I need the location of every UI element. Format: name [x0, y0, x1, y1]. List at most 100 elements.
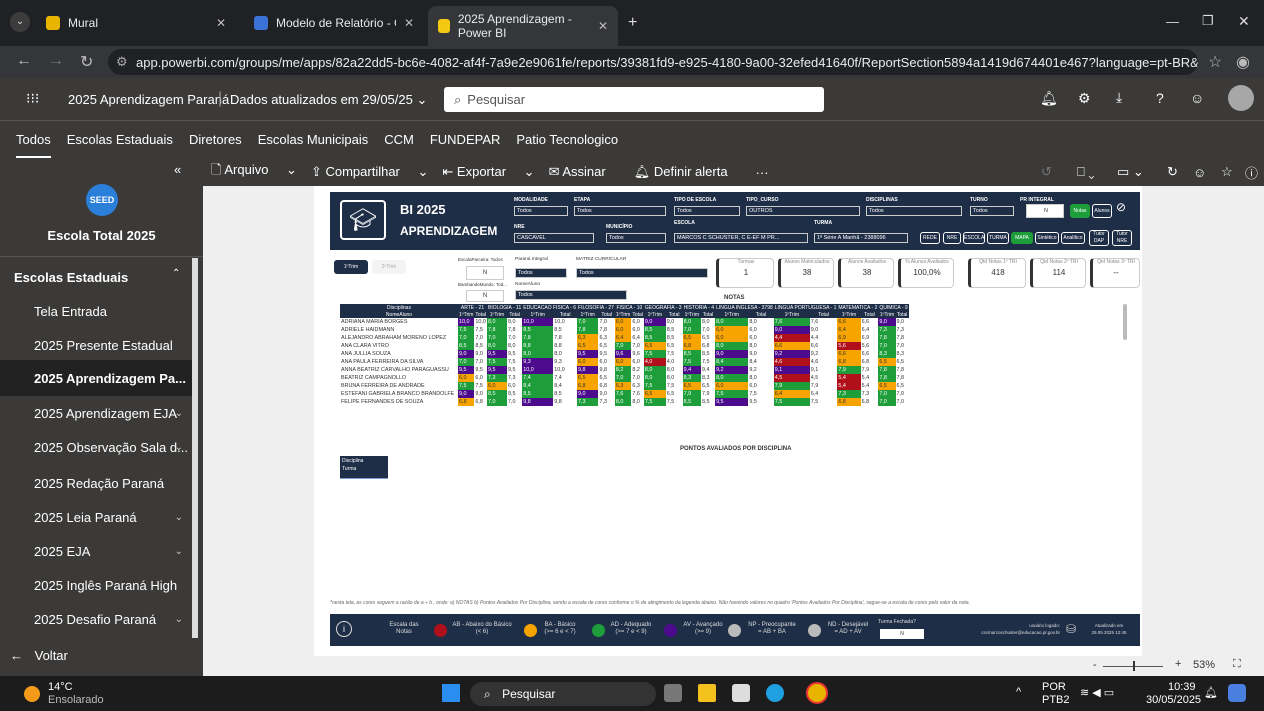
- file-menu[interactable]: 🗋 Arquivo ⌄: [211, 161, 297, 183]
- table-row[interactable]: ANA PAULA FERREIRA DA SILVA 7,0 7,0 7,5 7,5 9…: [340, 358, 909, 366]
- subject-header[interactable]: GEOGRAFIA - 3: [643, 304, 683, 311]
- back-icon[interactable]: ←: [16, 52, 32, 70]
- table-row[interactable]: ESTEFANI GABRIELA BRANCO BRANDOLFE 9,0 9,0…: [340, 390, 909, 398]
- favorite-icon[interactable]: ☆: [1221, 164, 1233, 180]
- alert-button[interactable]: 🔔︎ Definir alerta: [634, 164, 742, 180]
- restore-icon[interactable]: ❐: [1202, 13, 1214, 29]
- reload-icon[interactable]: ↻: [80, 52, 93, 72]
- chevron-down-icon[interactable]: ⌄: [175, 512, 183, 523]
- zoom-in-icon[interactable]: +: [1175, 658, 1181, 670]
- fit-page-icon[interactable]: ⛶: [1233, 658, 1241, 671]
- subject-header[interactable]: FISICA - 10: [614, 304, 644, 311]
- subject-header[interactable]: LINGUA INGLESA - 3798: [715, 304, 774, 311]
- chevron-up-icon[interactable]: ⌃: [172, 268, 180, 279]
- etapa-slicer[interactable]: Todos: [574, 206, 666, 216]
- matriz-slicer[interactable]: Todos: [576, 268, 708, 278]
- turma-button[interactable]: TURMA: [987, 232, 1009, 244]
- trim-tab-2[interactable]: 2ºTrim: [372, 260, 406, 274]
- nav-escolas-municipais[interactable]: Escolas Municipais: [258, 132, 369, 147]
- bookmark-icon[interactable]: ⎕ ⌄: [1077, 164, 1095, 180]
- table-row[interactable]: ADRIELE HAIDMANN 7,5 7,5 7,8 7,8 8,5 8,5 7,8 7,8…: [340, 326, 909, 334]
- nav-patio[interactable]: Patio Tecnologico: [516, 132, 618, 147]
- bookmark-star-icon[interactable]: ☆: [1208, 52, 1222, 72]
- sidebar-item[interactable]: 2025 EJA: [34, 544, 90, 559]
- sintetico-button[interactable]: Sintético: [1035, 232, 1059, 244]
- edge-icon[interactable]: [766, 684, 784, 702]
- info-icon[interactable]: i: [336, 621, 352, 637]
- mapa-button[interactable]: MAPA: [1011, 232, 1033, 244]
- subject-header[interactable]: MATEMATICA - 2: [837, 304, 879, 311]
- url-input[interactable]: ⚙ app.powerbi.com/groups/me/apps/82a22dd5…: [108, 49, 1198, 75]
- sidebar-scrollbar[interactable]: [192, 258, 198, 638]
- back-link[interactable]: ← Voltar: [10, 648, 68, 663]
- trim-tab-1[interactable]: 1ºTrim: [334, 260, 368, 274]
- zoom-out-icon[interactable]: -: [1093, 659, 1097, 671]
- subject-header[interactable]: HISTORIA - 4: [682, 304, 716, 311]
- notification-bell-icon[interactable]: 🔔︎: [1204, 686, 1218, 699]
- tipo-curso-slicer[interactable]: OUTROS: [746, 206, 860, 216]
- tipo-escola-slicer[interactable]: Todos: [674, 206, 740, 216]
- browser-tab[interactable]: Modelo de Relatório - Ciência d✕: [244, 8, 424, 38]
- sidebar-section-escolas-estaduais[interactable]: Escolas Estaduais: [14, 270, 128, 285]
- tutor-dap-button[interactable]: Tutor DAP: [1089, 230, 1109, 246]
- close-icon[interactable]: ✕: [404, 16, 414, 30]
- rede-button[interactable]: REDE: [920, 232, 940, 244]
- subject-header[interactable]: EDUCACAO FISICA - 6: [522, 304, 578, 311]
- collapse-sidebar-icon[interactable]: «: [174, 162, 181, 177]
- avatar[interactable]: [1228, 85, 1254, 111]
- site-info-icon[interactable]: ⚙: [116, 54, 128, 70]
- chrome-icon[interactable]: [806, 682, 828, 704]
- table-row[interactable]: ANNA BEATRIZ CARVALHO PARAGUASSU 9,5 9,5 9,…: [340, 366, 909, 374]
- window-close-icon[interactable]: ✕: [1238, 13, 1250, 30]
- sidebar-item[interactable]: 2025 Observação Sala d...: [34, 440, 188, 455]
- share-people-icon[interactable]: ☺: [1190, 90, 1204, 106]
- table-row[interactable]: BEATRIZ CAMPAGNOLLO 6,0 6,0 7,3 7,3 7,4 7,4 6,5…: [340, 374, 909, 382]
- table-row[interactable]: BRUNA FERREIRA DE ANDRADE 7,5 7,5 6,0 6,0 8,4…: [340, 382, 909, 390]
- table-row[interactable]: ANA JULLIA SOUZA 9,0 9,0 9,5 9,5 8,0 8,0 9,5 9,5…: [340, 350, 909, 358]
- subject-header[interactable]: ARTE - 21: [458, 304, 487, 311]
- forward-icon[interactable]: →: [48, 52, 64, 70]
- nre-slicer[interactable]: CASCAVEL: [514, 233, 594, 243]
- refresh-icon[interactable]: ↻: [1167, 164, 1178, 180]
- nav-escolas-estaduais[interactable]: Escolas Estaduais: [67, 132, 173, 147]
- turma-slicer[interactable]: 1ª Série A Manhã - 2388096: [814, 233, 908, 243]
- new-tab-icon[interactable]: +: [628, 14, 637, 32]
- tab-search-dropdown-icon[interactable]: ⌄: [10, 12, 30, 32]
- notas-button[interactable]: Notas: [1070, 204, 1090, 218]
- data-updated-dropdown[interactable]: Dados atualizados em 29/05/25 ⌄: [230, 92, 427, 108]
- notifications-icon[interactable]: 🔔︎: [1040, 90, 1058, 107]
- table-scrollbar[interactable]: [1123, 304, 1127, 340]
- sidebar-item[interactable]: 2025 Presente Estadual: [34, 338, 173, 353]
- subscribe-button[interactable]: ✉ Assinar: [549, 164, 620, 180]
- sidebar-item[interactable]: 2025 Inglês Paraná High: [34, 578, 177, 593]
- taskview-icon[interactable]: [664, 684, 682, 702]
- tray-overflow-icon[interactable]: ^: [1016, 686, 1021, 698]
- modalidade-slicer[interactable]: Todos: [514, 206, 568, 216]
- export-menu[interactable]: ⇤ Exportar ⌄: [442, 164, 534, 180]
- comment-icon[interactable]: ☺: [1193, 165, 1206, 180]
- profile-icon[interactable]: ◉: [1236, 52, 1250, 72]
- escola-parceira-input[interactable]: N: [466, 266, 504, 280]
- table-row[interactable]: ADRIANA MARIA BORGES 10,0 10,0 8,0 8,0 10,0 10…: [340, 318, 909, 326]
- close-icon[interactable]: ✕: [216, 16, 226, 30]
- wifi-volume-battery-icon[interactable]: ≋ ◀ ▭: [1080, 686, 1114, 699]
- parana-integral-slicer[interactable]: Todos: [515, 268, 567, 278]
- file-explorer-icon[interactable]: [698, 684, 716, 702]
- app-launcher-icon[interactable]: ⁝⁝⁝: [26, 90, 39, 107]
- nome-aluno-slicer[interactable]: Todos: [515, 290, 627, 300]
- copilot-icon[interactable]: [1228, 684, 1246, 702]
- municipio-slicer[interactable]: Todos: [606, 233, 666, 243]
- reset-icon[interactable]: ↺: [1041, 164, 1052, 180]
- search-input[interactable]: ⌕ Pesquisar: [444, 87, 824, 112]
- clear-filter-icon[interactable]: ⊘: [1116, 200, 1126, 214]
- subject-header[interactable]: BIOLOGIA - 11: [486, 304, 523, 311]
- chevron-down-icon[interactable]: ⌄: [175, 442, 183, 453]
- nav-fundepar[interactable]: FUNDEPAR: [430, 132, 501, 147]
- subject-header[interactable]: QUIMICA - 9: [878, 304, 909, 311]
- nav-ccm[interactable]: CCM: [384, 132, 414, 147]
- sidebar-item[interactable]: 2025 Desafio Paraná: [34, 612, 156, 627]
- escola-button[interactable]: ESCOLA: [963, 232, 985, 244]
- turno-slicer[interactable]: Todos: [970, 206, 1014, 216]
- table-row[interactable]: ALEJANDRO ABRAHAM MORENO LOPEZ 7,0 7,0 7,0 7…: [340, 334, 909, 342]
- more-options-icon[interactable]: ···: [756, 165, 769, 180]
